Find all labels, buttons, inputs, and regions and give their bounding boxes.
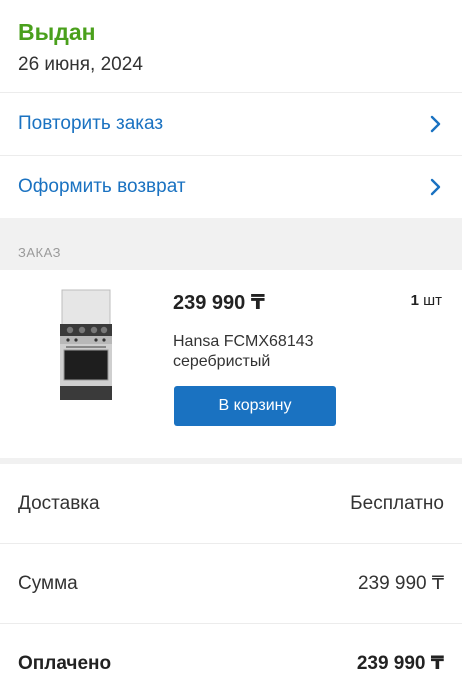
item-quantity: 1 шт <box>411 292 442 309</box>
chevron-right-icon <box>428 115 444 133</box>
return-order-label: Оформить возврат <box>18 176 186 197</box>
order-status-block: Выдан 26 июня, 2024 <box>0 0 462 92</box>
item-name[interactable]: Hansa FCMX68143 серебристый <box>173 332 373 372</box>
sum-label: Сумма <box>18 572 78 594</box>
sum-row: Сумма 239 990 ₸ <box>0 544 462 624</box>
product-image[interactable] <box>56 288 116 402</box>
order-details-page: Выдан 26 июня, 2024 Повторить заказ Офор… <box>0 0 462 700</box>
add-to-cart-button[interactable]: В корзину <box>174 386 336 426</box>
paid-label: Оплачено <box>18 652 112 674</box>
order-status-date: 26 июня, 2024 <box>18 54 143 75</box>
item-price: 239 990 ₸ <box>173 292 265 314</box>
paid-row: Оплачено 239 990 ₸ <box>0 624 462 700</box>
item-name-line1: Hansa FCMX68143 <box>173 333 314 350</box>
sum-value: 239 990 ₸ <box>357 573 444 594</box>
repeat-order-label: Повторить заказ <box>18 113 164 134</box>
order-section-header: ЗАКАЗ <box>0 218 462 270</box>
delivery-value: Бесплатно <box>350 492 444 514</box>
item-name-line2: серебристый <box>173 353 271 370</box>
order-item: 239 990 ₸ 1 шт Hansa FCMX68143 серебрист… <box>0 270 462 458</box>
delivery-row: Доставка Бесплатно <box>0 464 462 544</box>
repeat-order-button[interactable]: Повторить заказ <box>0 93 462 155</box>
chevron-right-icon <box>428 178 444 196</box>
item-quantity-number: 1 <box>410 292 419 309</box>
item-quantity-unit: шт <box>423 292 442 309</box>
paid-value: 239 990 ₸ <box>356 653 444 674</box>
delivery-label: Доставка <box>18 492 100 514</box>
return-order-button[interactable]: Оформить возврат <box>0 156 462 218</box>
order-status-title: Выдан <box>18 19 96 45</box>
order-section-label: ЗАКАЗ <box>18 245 61 260</box>
